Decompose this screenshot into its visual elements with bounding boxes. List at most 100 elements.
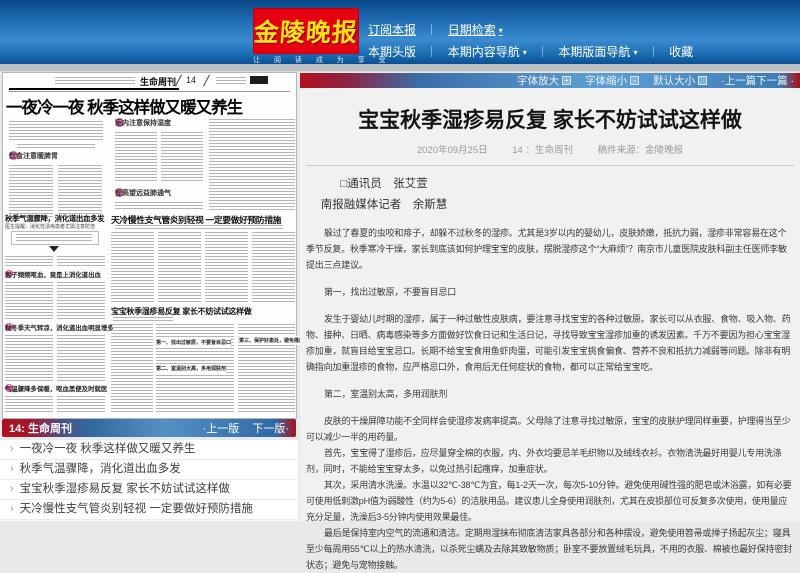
article-list-item[interactable]: › 天冷慢性支气管炎别轻视 一定要做好预防措施 [0, 500, 298, 520]
top-nav-row-1: 订阅本报 日期检索 ▾ [368, 21, 503, 38]
chevron-down-icon: ▾ [498, 26, 503, 35]
masthead-page-number: 14 [186, 75, 197, 85]
newsprint-text-block [161, 132, 203, 182]
article-list: › 一夜冷一夜 秋季这样做又暖又养生 › 秋季气温骤降，消化道出血多发 › 宝宝秋季湿… [0, 440, 298, 521]
thumb-headline-warm-autumn[interactable]: 一夜冷一夜 秋季这样做又暖又养生 [6, 94, 295, 118]
prev-next-article-button[interactable]: ·上一篇下一篇 · [721, 73, 794, 88]
masthead-badge [250, 76, 268, 84]
newsprint-text-block [57, 282, 105, 320]
masthead-slash [203, 74, 210, 87]
article-paragraph: 皮肤的干燥屏障功能不全同样会使湿疹发病率提高。父母除了注意寻找过敏原，宝宝的皮肤… [306, 416, 791, 442]
article-section-heading: 第一，找出过敏原，不要盲目忌口 [324, 287, 457, 297]
article-paragraph: 躲过了春夏的虫咬和痱子，却躲不过秋冬的湿疹。尤其是3岁以内的婴幼儿，皮肤娇嫩，抵… [306, 228, 787, 270]
thumb-headline-eczema[interactable]: 宝宝秋季湿疹易反复 家长不妨试试这样做 [111, 306, 269, 317]
font-default-button[interactable]: 默认大小 [653, 73, 708, 88]
thumb-gi-item-2: 2 秋冬季天气转凉，消化道出血明显增多 [5, 323, 114, 332]
article-panel: 字体放大 + 字体缩小 - 默认大小 ·上一篇下一篇 · 宝宝秋季湿疹易反复 家长不… [300, 73, 800, 570]
newspaper-reader-page: { "header": { "logo": "金陵晚报", "slogan": … [0, 0, 800, 570]
thumb-subhead-gi-bleeding: 医生提醒：消化性溃疡患者尤需注意防范 [5, 224, 96, 230]
nav-separator [431, 24, 433, 35]
newsprint-text-block [216, 77, 246, 85]
nav-favorite-link[interactable]: 收藏 [669, 43, 693, 60]
newsprint-text-block [58, 165, 102, 219]
article-list-item[interactable]: › 一夜冷一夜 秋季这样做又暖又养生 [0, 440, 298, 460]
list-arrow-icon: › [10, 463, 14, 475]
article-paragraph: 发生于婴幼儿时期的湿疹，属于一种过敏性皮肤病，要注意寻找宝宝的各种过敏原。家长可… [306, 314, 791, 372]
newsprint-text-block [57, 335, 105, 381]
newsprint-text-block [111, 232, 154, 302]
top-nav-row-2: 本期头版 本期内容导航 ▾ 本期版面导航 ▾ 收藏 [368, 43, 693, 60]
article-source: 稿件来源：金陵晚报 [597, 145, 684, 156]
thumb-eczema-tip-2: 第二、室温别太高，多用润肤剂 [156, 364, 227, 373]
thumb-section-climbing: 3 登高望远益肺通气 [115, 188, 171, 197]
nav-separator [652, 46, 654, 57]
byline-reporter: 南报融媒体记者 余斯慧 [320, 199, 448, 211]
site-logo-text: 金陵晚报 [252, 20, 359, 47]
newsprint-text-block [115, 202, 203, 210]
newsprint-text-block [115, 225, 283, 229]
list-arrow-icon: › [10, 443, 14, 455]
list-arrow-icon: › [10, 503, 14, 515]
newsprint-text-block [5, 256, 53, 267]
article-list-item[interactable]: › 宝宝秋季湿疹易反复 家长不妨试试这样做 [0, 480, 298, 500]
article-paragraph: 首先，宝宝得了湿疹后，应尽量穿全棉的衣服，内、外衣均要忌羊毛织物以及绒线衣衫。衣… [306, 448, 782, 474]
article-page-ref: 14 ：生命周刊 [512, 145, 573, 156]
masthead-rule [9, 88, 179, 90]
article-toolbar: 字体放大 + 字体缩小 - 默认大小 ·上一篇下一篇 · [300, 73, 800, 88]
newsprint-text-block [57, 396, 105, 413]
font-default-icon [698, 76, 708, 85]
nav-layout-guide-link[interactable]: 本期版面导航 ▾ [558, 43, 637, 60]
thumb-gi-item-3: 3 气温骤降多保暖，呕血黑便及时就医 [5, 384, 108, 393]
thumb-byline-box [11, 231, 99, 245]
article-content: 宝宝秋季湿疹易反复 家长不妨试试这样做 2020年09月25日 14 ：生命周刊… [300, 88, 800, 573]
newsprint-text-block [55, 77, 135, 85]
byline-correspondent: □通讯员 张艾萱 [340, 178, 428, 190]
article-paragraph: 最后是保持室内空气的流通和清洁。定期用湿抹布彻底清洁家具各部分和各种摆设，避免使… [306, 528, 792, 570]
prev-page-button[interactable]: ·上一版 [203, 423, 240, 435]
font-increase-button[interactable]: 字体放大 + [517, 73, 572, 88]
thumb-gi-item-1: 1 男子频频呕血，竟是上消化道出血 [5, 270, 101, 279]
newsprint-text-block [5, 396, 53, 413]
current-page-label: 14: 生命周刊 [9, 423, 72, 435]
nav-front-page-link[interactable]: 本期头版 [368, 43, 416, 60]
masthead-slash [175, 74, 182, 87]
newsprint-text-block [9, 165, 53, 219]
newsprint-text-block [158, 232, 201, 302]
thumb-eczema-tip-1: 第一、找出过敏原，不要盲目忌口 [156, 338, 232, 347]
newspaper-page-thumbnail[interactable]: 生命周刊 14 一夜冷一夜 秋季这样做又暖又养生 1 饮食注意暖脾胃 2 室内注… [2, 72, 305, 419]
article-byline: □通讯员 张艾萱 南报融媒体记者 余斯慧 [308, 174, 460, 216]
newsprint-text-block [111, 324, 153, 413]
nav-separator [542, 46, 544, 57]
chevron-down-icon: ▾ [633, 48, 638, 57]
newsprint-text-block [113, 317, 173, 321]
nav-subscribe-link[interactable]: 订阅本报 [368, 21, 416, 38]
site-logo[interactable]: 金陵晚报 [253, 8, 359, 54]
masthead-rule [9, 91, 290, 92]
thumb-eczema-tip-3: 第三、保护好患处，避免搔抓 [239, 336, 305, 345]
site-header: 金陵晚报 让 阅 读 成 为 享 受 订阅本报 日期检索 ▾ 本期头版 本期内容导… [0, 0, 800, 64]
next-page-button[interactable]: 下一版· [252, 423, 289, 435]
article-title: 宝宝秋季湿疹易反复 家长不妨试试这样做 [358, 109, 742, 132]
article-section-heading: 第二，室温别太高，多用润肤剂 [324, 389, 448, 399]
font-decrease-icon: - [630, 76, 640, 85]
newsprint-text-block [205, 232, 248, 302]
nav-content-guide-link[interactable]: 本期内容导航 ▾ [448, 43, 527, 60]
newsprint-text-block [209, 119, 295, 210]
newsprint-text-block [17, 144, 95, 148]
page-navigation-bar: 14: 生命周刊 ·上一版 下一版· [2, 419, 296, 437]
nav-separator [431, 46, 433, 57]
thumb-section-diet: 1 饮食注意暖脾胃 [9, 151, 58, 160]
article-paragraph: 其次，采用清水洗澡。水温以32℃-38℃为宜，每1-2天一次，每次5-10分钟。… [306, 480, 792, 522]
font-increase-icon: + [562, 76, 572, 85]
triangle-down-icon [49, 246, 59, 252]
font-decrease-button[interactable]: 字体缩小 - [585, 73, 640, 88]
article-list-item[interactable]: › 秋季气温骤降，消化道出血多发 [0, 460, 298, 480]
newsprint-text-block [57, 256, 105, 267]
article-meta: 2020年09月25日 14 ：生命周刊 稿件来源：金陵晚报 [306, 142, 794, 166]
masthead-weekly-title: 生命周刊 [140, 77, 177, 87]
newsprint-text-block [115, 132, 157, 182]
thumb-section-humidity: 2 室内注意保持湿度 [115, 118, 171, 127]
newsprint-text-block [9, 121, 103, 141]
nav-date-search-link[interactable]: 日期检索 ▾ [448, 21, 503, 38]
newsprint-text-block [252, 232, 295, 302]
